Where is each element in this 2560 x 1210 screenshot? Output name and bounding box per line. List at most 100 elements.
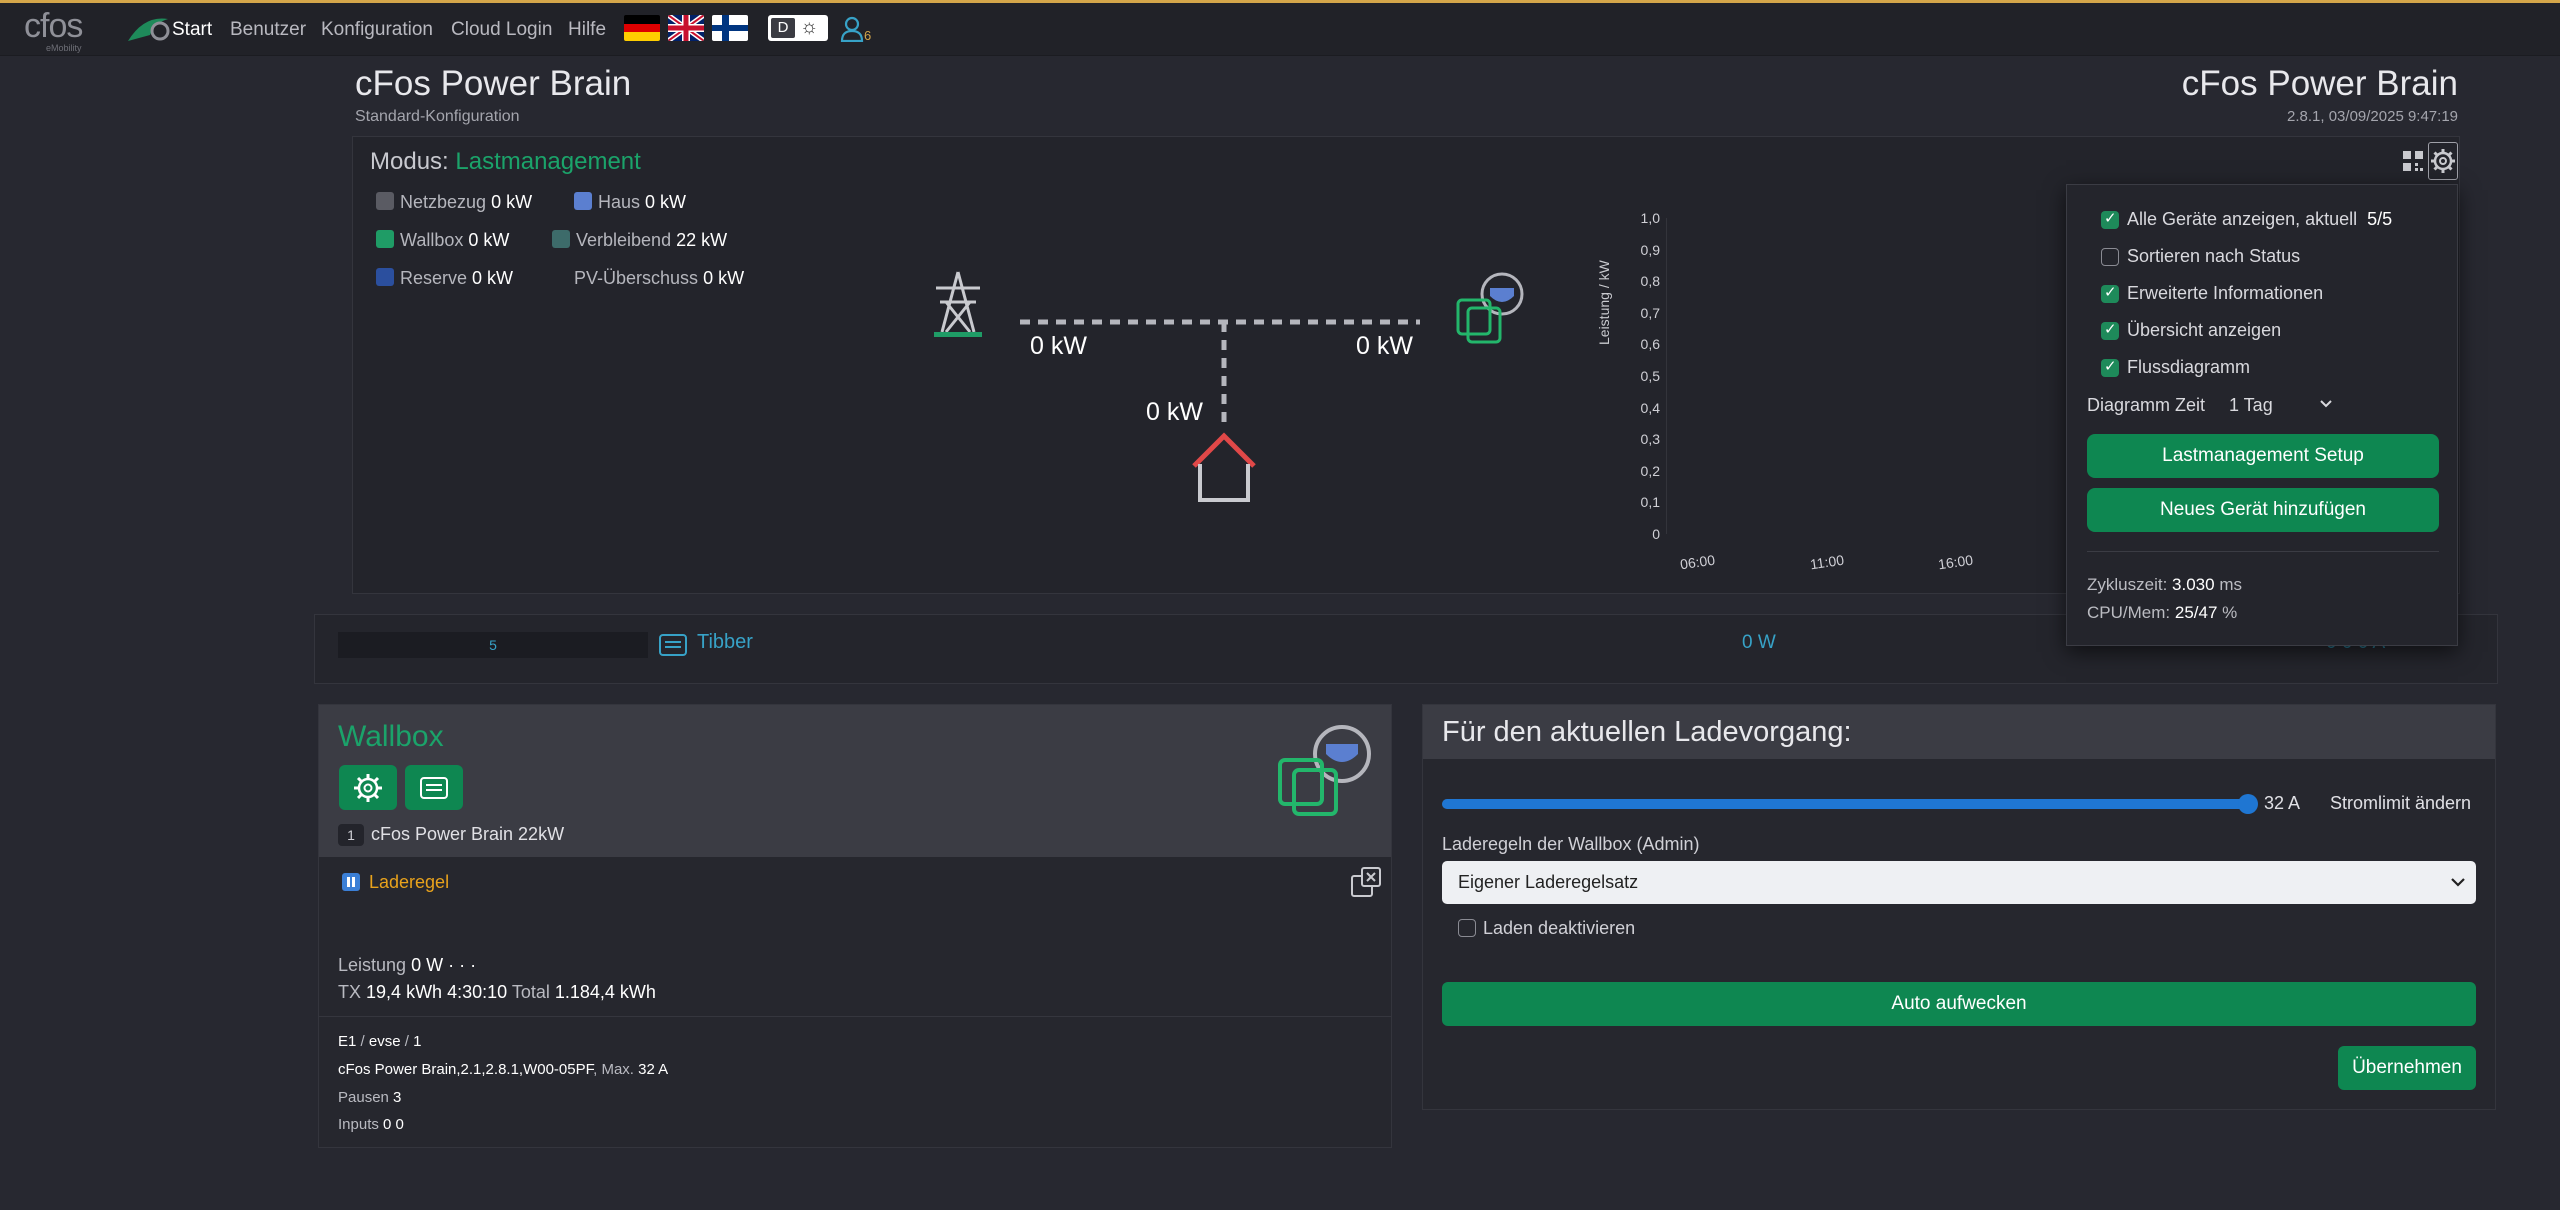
lastmanagement-setup-button[interactable]: Lastmanagement Setup xyxy=(2087,434,2439,478)
settings-dropdown: Alle Geräte anzeigen, aktuell 5/5 Sortie… xyxy=(2066,184,2458,646)
wallbox-settings-button[interactable] xyxy=(339,765,397,810)
pauses-info: Pausen 3 xyxy=(338,1089,402,1106)
sun-icon: ☼ xyxy=(800,16,819,38)
power-chart: 1,0 0,9 0,8 0,7 0,6 0,5 0,4 0,3 0,2 0,1 0 06:00 11:0… xyxy=(1620,206,2080,576)
diagram-time-select[interactable]: 1 Tag xyxy=(2227,391,2337,419)
flag-uk-icon[interactable] xyxy=(668,15,704,41)
checkbox-sort-status[interactable] xyxy=(2101,248,2119,266)
apply-button[interactable]: Übernehmen xyxy=(2338,1046,2476,1090)
tx-info: TX 19,4 kWh 4:30:10 Total 1.184,4 kWh xyxy=(338,982,656,1002)
charging-panel-title: Für den aktuellen Ladevorgang: xyxy=(1442,716,1852,748)
wallbox-meter-button[interactable] xyxy=(405,765,463,810)
wallbox-device-icon xyxy=(1278,725,1371,816)
flag-de-icon[interactable] xyxy=(624,15,660,41)
chart-y-tick: 0 xyxy=(1652,526,1660,542)
device-name: cFos Power Brain 22kW xyxy=(371,824,565,844)
rules-select[interactable]: Eigener Laderegelsatz xyxy=(1442,861,2476,904)
slider-value: 32 A xyxy=(2264,793,2301,813)
chart-y-tick: 0,2 xyxy=(1640,462,1660,479)
checkbox-flow-diagram[interactable] xyxy=(2101,357,2119,377)
flag-fi-icon[interactable] xyxy=(712,15,748,41)
legend-reserve: Reserve 0 kW xyxy=(376,268,513,289)
settings-toggle-button[interactable] xyxy=(2428,142,2458,180)
expand-window-icon[interactable] xyxy=(1350,866,1382,898)
option-sort-status-label: Sortieren nach Status xyxy=(2127,246,2301,266)
chart-y-tick: 0,6 xyxy=(1640,336,1660,353)
device-title: cFos Power Brain xyxy=(2181,64,2458,103)
version-info: 2.8.1, 03/09/2025 9:47:19 xyxy=(2287,108,2458,125)
meter-icon xyxy=(659,634,687,656)
user-icon[interactable] xyxy=(840,16,864,42)
legend-pv-ueberschuss: PV-Überschuss 0 kW xyxy=(574,268,745,288)
checkbox-overview[interactable] xyxy=(2101,320,2119,340)
device-address: E1 / evse / 1 xyxy=(338,1033,422,1050)
cycle-time: Zykluszeit: 3.030 ms xyxy=(2087,575,2242,594)
chart-y-tick: 0,1 xyxy=(1640,494,1660,511)
nav-hilfe[interactable]: Hilfe xyxy=(568,19,606,41)
charging-panel xyxy=(1422,704,2496,1110)
theme-toggle[interactable]: D ☼ xyxy=(768,15,828,41)
current-limit-slider[interactable] xyxy=(1442,794,2258,814)
chevron-down-icon xyxy=(2320,400,2332,408)
logo-text: cfos xyxy=(24,7,83,45)
chart-x-tick: 16:00 xyxy=(1937,551,1974,573)
gear-icon xyxy=(2431,149,2455,173)
qr-code-icon[interactable] xyxy=(2402,150,2424,172)
meter-bar: 5 xyxy=(338,632,648,658)
diagram-time-label: Diagramm Zeit xyxy=(2087,395,2206,415)
wake-car-button[interactable]: Auto aufwecken xyxy=(1442,982,2476,1026)
nav-cloud-login[interactable]: Cloud Login xyxy=(451,19,552,41)
cfos-logo[interactable]: cfos eMobility xyxy=(24,7,170,53)
nav-benutzer[interactable]: Benutzer xyxy=(230,19,306,41)
disable-charging-checkbox[interactable] xyxy=(1458,919,1476,937)
checkbox-show-all[interactable] xyxy=(2101,209,2119,229)
config-subtitle: Standard-Konfiguration xyxy=(355,108,520,125)
inputs-info: Inputs 0 0 xyxy=(338,1116,404,1133)
firmware-info: cFos Power Brain,2.1,2.8.1,W00-05PF, Max… xyxy=(338,1061,669,1078)
chart-x-tick: 06:00 xyxy=(1679,551,1716,573)
charging-rule-link[interactable]: Laderegel xyxy=(369,872,449,893)
chart-plot-area xyxy=(1666,218,2066,534)
mode-value: Lastmanagement xyxy=(455,148,641,175)
add-device-button[interactable]: Neues Gerät hinzufügen xyxy=(2087,488,2439,532)
house-icon xyxy=(1192,432,1256,502)
wallbox-title[interactable]: Wallbox xyxy=(338,720,444,754)
legend-netzbezug: Netzbezug 0 kW xyxy=(376,192,532,213)
chart-y-tick: 0,3 xyxy=(1640,431,1660,448)
wallbox-flow-icon xyxy=(1456,272,1524,344)
nav-konfiguration[interactable]: Konfiguration xyxy=(321,19,433,41)
pause-icon xyxy=(342,873,360,891)
change-limit-label[interactable]: Stromlimit ändern xyxy=(2330,793,2471,814)
chart-y-tick: 0,4 xyxy=(1640,399,1660,416)
chart-y-tick: 1,0 xyxy=(1640,210,1660,226)
legend-haus: Haus 0 kW xyxy=(574,192,686,213)
logo-plug-icon xyxy=(128,18,170,41)
power-pylon-icon xyxy=(934,271,982,337)
option-show-all-label: Alle Geräte anzeigen, aktuell 5/5 xyxy=(2127,209,2393,229)
power-info: Leistung 0 W · · · xyxy=(338,955,477,975)
chart-y-tick: 0,8 xyxy=(1640,273,1660,290)
card-divider xyxy=(319,1016,1391,1017)
top-navbar: cfos eMobility Start Benutzer Konfigurat… xyxy=(0,0,2560,56)
cpu-mem: CPU/Mem: 25/47 % xyxy=(2087,603,2238,622)
meter-icon xyxy=(420,777,448,799)
dropdown-divider xyxy=(2087,551,2439,552)
meter-name-link[interactable]: Tibber xyxy=(697,631,753,654)
legend-verbleibend: Verbleibend 22 kW xyxy=(552,230,727,251)
device-index-badge: 1 xyxy=(338,824,364,846)
chart-y-tick: 0,9 xyxy=(1640,241,1660,258)
rules-label: Laderegeln der Wallbox (Admin) xyxy=(1442,834,1700,854)
meter-power: 0 W xyxy=(1742,632,1776,653)
nav-start[interactable]: Start xyxy=(172,19,212,41)
option-flow-diagram-label: Flussdiagramm xyxy=(2127,357,2251,377)
slider-thumb[interactable] xyxy=(2238,794,2258,814)
flow-house-value: 0 kW xyxy=(1146,398,1203,426)
chart-y-label: Leistung / kW xyxy=(1596,260,1612,345)
page-title: cFos Power Brain xyxy=(355,64,632,103)
chart-x-tick: 11:00 xyxy=(1809,551,1845,573)
chevron-down-icon xyxy=(2451,878,2465,887)
dark-mode-icon: D xyxy=(771,18,795,38)
option-overview-label: Übersicht anzeigen xyxy=(2127,320,2282,340)
checkbox-extended-info[interactable] xyxy=(2101,283,2119,303)
disable-charging-label: Laden deaktivieren xyxy=(1483,918,1636,938)
